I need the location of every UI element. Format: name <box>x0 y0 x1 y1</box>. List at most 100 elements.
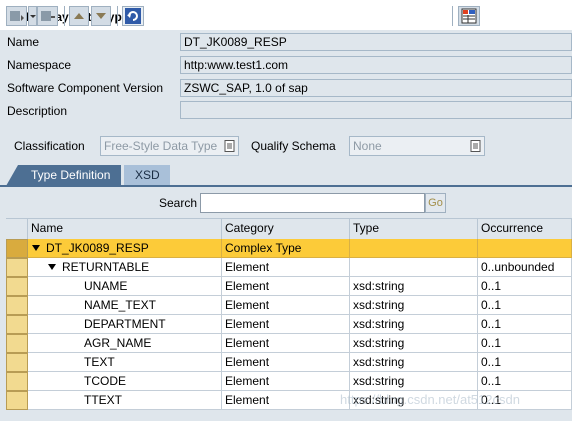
cell-category[interactable]: Element <box>222 391 350 410</box>
swcv-field[interactable]: ZSWC_SAP, 1.0 of sap <box>180 79 572 97</box>
cell-type[interactable]: xsd:string <box>350 372 478 391</box>
classification-dropdown[interactable]: Free-Style Data Type <box>100 136 239 156</box>
cell-name[interactable]: DEPARTMENT <box>28 315 222 334</box>
occurrence-text: 0..1 <box>481 336 502 350</box>
cell-name[interactable]: UNAME <box>28 277 222 296</box>
table-row[interactable]: TCODE Element xsd:string 0..1 <box>6 372 572 391</box>
occurrence-text: 0..1 <box>481 317 502 331</box>
refresh-icon <box>125 8 141 24</box>
column-header-name[interactable]: Name <box>28 219 222 239</box>
dropdown-icon[interactable] <box>224 140 236 152</box>
cell-type[interactable]: xsd:string <box>350 334 478 353</box>
cell-name[interactable]: NAME_TEXT <box>28 296 222 315</box>
name-field[interactable]: DT_JK0089_RESP <box>180 33 572 51</box>
dropdown-icon[interactable] <box>470 140 482 152</box>
name-text: DEPARTMENT <box>84 317 166 331</box>
table-row[interactable]: DEPARTMENT Element xsd:string 0..1 <box>6 315 572 334</box>
cell-name[interactable]: TCODE <box>28 372 222 391</box>
category-text: Element <box>225 393 270 407</box>
refresh-button[interactable] <box>122 6 144 26</box>
namespace-field[interactable]: http:www.test1.com <box>180 56 572 74</box>
table-settings-button[interactable] <box>458 6 480 26</box>
expand-toggle-icon[interactable] <box>48 263 56 270</box>
tab-type-definition[interactable]: Type Definition <box>6 165 121 186</box>
cell-occurrence[interactable]: 0..1 <box>478 353 572 372</box>
cell-category[interactable]: Element <box>222 315 350 334</box>
name-text: RETURNTABLE <box>62 260 150 274</box>
cell-occurrence[interactable]: 0..unbounded <box>478 258 572 277</box>
cell-name[interactable]: TTEXT <box>28 391 222 410</box>
cell-type[interactable]: xsd:string <box>350 277 478 296</box>
insert-row-icon <box>10 11 24 21</box>
tab-xsd[interactable]: XSD <box>124 165 170 186</box>
column-header-occurrence[interactable]: Occurrence <box>478 219 572 239</box>
swcv-label: Software Component Version <box>7 81 164 95</box>
search-input[interactable] <box>200 193 425 213</box>
qualify-schema-dropdown[interactable]: None <box>349 136 485 156</box>
cell-name[interactable]: AGR_NAME <box>28 334 222 353</box>
row-selector[interactable] <box>6 391 28 410</box>
row-selector[interactable] <box>6 334 28 353</box>
table-row[interactable]: DT_JK0089_RESP Complex Type <box>6 239 572 258</box>
search-label: Search <box>159 196 198 210</box>
move-down-button[interactable] <box>91 6 111 26</box>
move-up-button[interactable] <box>69 6 89 26</box>
expand-toggle-icon[interactable] <box>32 244 40 251</box>
row-selector[interactable] <box>6 372 28 391</box>
cell-type[interactable]: xsd:string <box>350 353 478 372</box>
cell-category[interactable]: Element <box>222 353 350 372</box>
column-header-type[interactable]: Type <box>350 219 478 239</box>
cell-category[interactable]: Element <box>222 277 350 296</box>
classification-value: Free-Style Data Type <box>104 139 218 153</box>
cell-occurrence[interactable]: 0..1 <box>478 315 572 334</box>
insert-menu-button[interactable] <box>28 6 37 26</box>
table-row[interactable]: RETURNTABLE Element 0..unbounded <box>6 258 572 277</box>
arrow-up-icon <box>74 13 84 19</box>
cell-name[interactable]: DT_JK0089_RESP <box>28 239 222 258</box>
category-text: Element <box>225 317 270 331</box>
cell-occurrence[interactable]: 0..1 <box>478 372 572 391</box>
category-text: Element <box>225 374 270 388</box>
cell-category[interactable]: Element <box>222 334 350 353</box>
cell-category[interactable]: Element <box>222 296 350 315</box>
cell-name[interactable]: TEXT <box>28 353 222 372</box>
table-row[interactable]: UNAME Element xsd:string 0..1 <box>6 277 572 296</box>
type-text: xsd:string <box>353 279 405 293</box>
description-field[interactable] <box>180 101 572 119</box>
cell-occurrence[interactable]: 0..1 <box>478 334 572 353</box>
type-text: xsd:string <box>353 317 405 331</box>
insert-row-button[interactable] <box>6 6 27 26</box>
cell-category[interactable]: Element <box>222 372 350 391</box>
table-row[interactable]: AGR_NAME Element xsd:string 0..1 <box>6 334 572 353</box>
cell-type[interactable]: xsd:string <box>350 296 478 315</box>
cell-occurrence[interactable] <box>478 239 572 258</box>
table-row[interactable]: TEXT Element xsd:string 0..1 <box>6 353 572 372</box>
toolbar-separator <box>117 6 118 26</box>
name-text: TCODE <box>84 374 126 388</box>
cell-category[interactable]: Complex Type <box>222 239 350 258</box>
row-selector[interactable] <box>6 296 28 315</box>
cell-occurrence[interactable]: 0..1 <box>478 296 572 315</box>
column-header-category[interactable]: Category <box>222 219 350 239</box>
row-selector[interactable] <box>6 315 28 334</box>
cell-type[interactable] <box>350 258 478 277</box>
cell-type[interactable] <box>350 239 478 258</box>
classification-label: Classification <box>14 139 85 153</box>
cell-name[interactable]: RETURNTABLE <box>28 258 222 277</box>
row-selector[interactable] <box>6 239 28 258</box>
table-header: Name Category Type Occurrence <box>6 218 572 239</box>
go-button[interactable]: Go <box>425 193 446 213</box>
cell-category[interactable]: Element <box>222 258 350 277</box>
cell-occurrence[interactable]: 0..1 <box>478 277 572 296</box>
category-text: Element <box>225 279 270 293</box>
delete-row-button[interactable] <box>37 6 58 26</box>
table-row[interactable]: NAME_TEXT Element xsd:string 0..1 <box>6 296 572 315</box>
occurrence-text: 0..1 <box>481 279 502 293</box>
qualify-schema-value: None <box>353 139 382 153</box>
row-selector[interactable] <box>6 353 28 372</box>
row-selector[interactable] <box>6 277 28 296</box>
select-all-cell[interactable] <box>6 219 28 239</box>
cell-type[interactable]: xsd:string <box>350 315 478 334</box>
row-selector[interactable] <box>6 258 28 277</box>
category-text: Complex Type <box>225 241 302 255</box>
